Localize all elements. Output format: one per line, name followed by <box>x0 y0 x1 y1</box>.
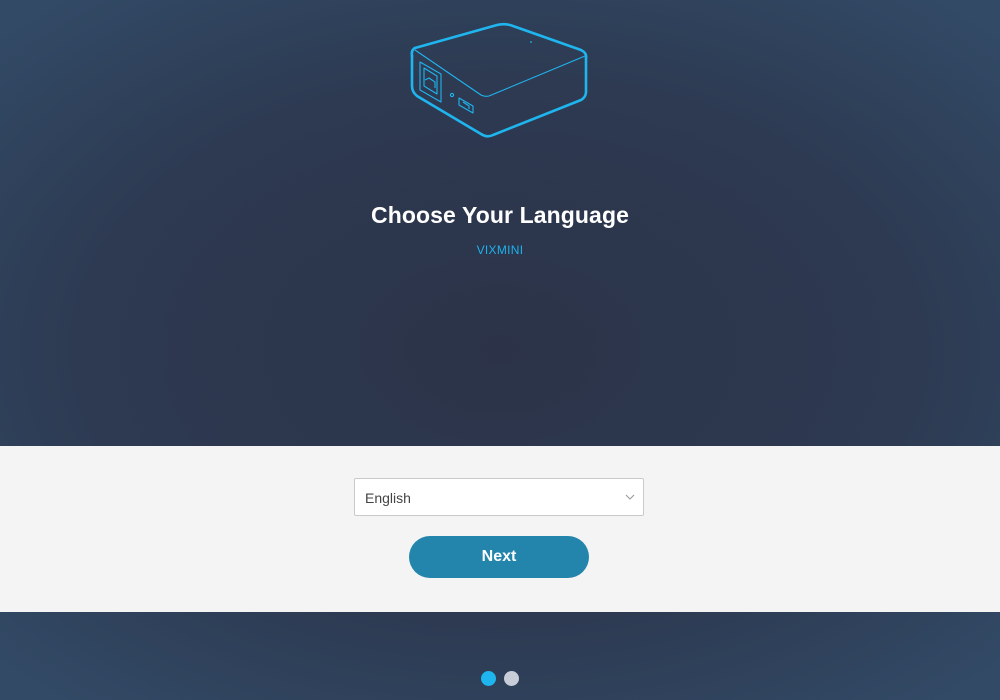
language-select-value: English <box>365 490 411 506</box>
setup-wizard-page: Choose Your Language VIXMINI English Nex… <box>0 0 1000 700</box>
language-panel: English Next <box>0 446 1000 612</box>
hero-section: Choose Your Language VIXMINI <box>0 0 1000 446</box>
device-name-subtitle: VIXMINI <box>476 243 524 257</box>
step-dot-1[interactable] <box>481 671 496 686</box>
next-button[interactable]: Next <box>409 536 589 578</box>
chevron-down-icon <box>625 494 635 500</box>
step-indicator <box>0 671 1000 687</box>
step-dot-2[interactable] <box>504 671 519 686</box>
language-select[interactable]: English <box>354 478 644 516</box>
page-title: Choose Your Language <box>370 202 629 228</box>
network-device-icon <box>410 22 588 138</box>
